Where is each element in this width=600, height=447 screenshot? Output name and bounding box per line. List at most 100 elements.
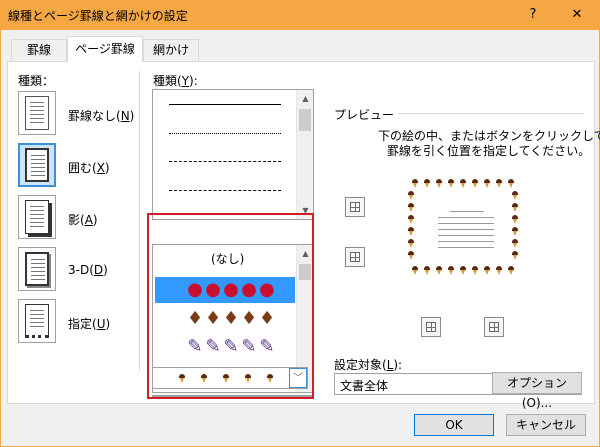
- pencil-icon: ✎: [241, 336, 257, 357]
- preview-text-lines: [438, 211, 494, 251]
- style-label: 種類(Y):: [153, 74, 198, 88]
- art-combo[interactable]: ﹀: [152, 367, 308, 389]
- style-dash-line[interactable]: [169, 190, 281, 191]
- preview-page[interactable]: [408, 179, 520, 275]
- art-row-ice-cream[interactable]: ♦ ♦ ♦ ♦ ♦: [155, 306, 295, 332]
- ok-button[interactable]: OK: [414, 414, 494, 436]
- ice-cream-cone-icon: [448, 179, 454, 188]
- tab-page-borders[interactable]: ページ罫線: [67, 36, 143, 62]
- ice-cream-cone-icon: [424, 266, 430, 275]
- tab-borders[interactable]: 罫線: [11, 39, 67, 61]
- left-border-button[interactable]: [421, 317, 441, 337]
- ice-cream-cone-icon: [436, 179, 442, 188]
- close-button[interactable]: ✕: [554, 0, 600, 30]
- page-borders-panel: 種類： 罫線なし(N) 囲む(X) 影(A) 3-D(D) 指定(U) 種類(Y…: [7, 61, 600, 404]
- ice-cream-cone-icon: [412, 266, 418, 275]
- art-row-strawberry[interactable]: ● ● ● ● ●: [155, 277, 295, 303]
- ice-cream-cone-icon: [408, 251, 414, 260]
- right-border-button[interactable]: [484, 317, 504, 337]
- ice-cream-cone-icon: [408, 203, 414, 212]
- scroll-up-icon[interactable]: ▲: [297, 90, 313, 107]
- preview-rule: [398, 113, 584, 114]
- ice-cream-cone-icon: [496, 179, 502, 188]
- ice-cream-cone-icon: [408, 215, 414, 224]
- ice-cream-cone-icon: [472, 266, 478, 275]
- ice-cream-cone-icon: [512, 215, 518, 224]
- strawberry-icon: ●: [205, 279, 221, 300]
- top-border-button[interactable]: [345, 197, 365, 217]
- scroll-down-icon[interactable]: ▼: [297, 202, 313, 219]
- scroll-up-icon[interactable]: ▲: [297, 245, 313, 262]
- pencil-icon: ✎: [259, 336, 275, 357]
- options-button[interactable]: オプション(O)...: [492, 372, 582, 410]
- apply-to-value: 文書全体: [340, 379, 389, 393]
- tab-shading[interactable]: 網かけ: [143, 39, 199, 61]
- setting-3d-label[interactable]: 3-D(D): [68, 263, 108, 277]
- ice-cream-icon: ♦: [187, 308, 204, 329]
- ice-cream-cone-icon: [424, 179, 430, 188]
- strawberry-icon: ●: [223, 279, 239, 300]
- strawberry-icon: ●: [187, 279, 203, 300]
- ice-cream-cone-icon: [448, 266, 454, 275]
- separator: [139, 71, 140, 371]
- setting-shadow-icon[interactable]: [18, 195, 56, 239]
- ice-cream-cone-icon: [484, 266, 490, 275]
- setting-label: 種類：: [18, 74, 55, 88]
- ice-cream-cone-art: [177, 371, 287, 387]
- ice-cream-cone-icon: [460, 179, 466, 188]
- ice-cream-cone-icon: [484, 179, 490, 188]
- bottom-border-button[interactable]: [345, 247, 365, 267]
- ice-cream-icon: ♦: [205, 308, 222, 329]
- preview-instructions-2: 罫線を引く位置を指定してください。: [387, 144, 591, 158]
- style-small-dash-line[interactable]: [169, 161, 281, 162]
- ice-cream-cone-icon: [436, 266, 442, 275]
- strawberry-icon: ●: [259, 279, 275, 300]
- ice-cream-cone-icon: [408, 227, 414, 236]
- ice-cream-cone-icon: [508, 179, 514, 188]
- ice-cream-cone-icon: [472, 179, 478, 188]
- setting-shadow-label[interactable]: 影(A): [68, 211, 98, 228]
- no-border-icon: [25, 96, 49, 130]
- ice-cream-cone-icon: [408, 239, 414, 248]
- ice-cream-cone-icon: [512, 251, 518, 260]
- art-row-pencil[interactable]: ✎ ✎ ✎ ✎ ✎: [155, 334, 295, 360]
- scroll-thumb[interactable]: [299, 264, 311, 280]
- cancel-button[interactable]: キャンセル: [506, 414, 586, 436]
- dialog-body: 罫線 ページ罫線 網かけ 種類： 罫線なし(N) 囲む(X) 影(A) 3-D(…: [0, 30, 600, 447]
- window-title: 線種とページ罫線と網かけの設定: [8, 9, 188, 23]
- shadow-border-icon: [25, 200, 49, 234]
- pencil-icon: ✎: [187, 336, 203, 357]
- setting-custom-label[interactable]: 指定(U): [68, 315, 110, 332]
- setting-box-label[interactable]: 囲む(X): [68, 159, 110, 176]
- art-none[interactable]: (なし): [211, 250, 244, 267]
- setting-none-label[interactable]: 罫線なし(N): [68, 107, 134, 124]
- style-scrollbar[interactable]: ▲ ▼: [296, 90, 313, 219]
- line-style-list[interactable]: ▲ ▼: [152, 89, 314, 220]
- preview-label: プレビュー: [334, 108, 395, 122]
- ice-cream-cone-icon: [512, 227, 518, 236]
- chevron-down-icon[interactable]: ﹀: [289, 368, 307, 388]
- ice-cream-cone-icon: [460, 266, 466, 275]
- pencil-icon: ✎: [223, 336, 239, 357]
- scroll-thumb[interactable]: [299, 109, 311, 131]
- custom-border-icon: [25, 304, 49, 338]
- ice-cream-cone-icon: [408, 191, 414, 200]
- box-border-icon: [25, 148, 49, 182]
- style-dotted-line[interactable]: [169, 133, 281, 134]
- strawberry-icon: ●: [241, 279, 257, 300]
- setting-3d-icon[interactable]: [18, 247, 56, 291]
- help-button[interactable]: ?: [510, 0, 556, 30]
- ice-cream-icon: ♦: [223, 308, 240, 329]
- ice-cream-icon: ♦: [259, 308, 276, 329]
- setting-none-icon[interactable]: [18, 91, 56, 135]
- setting-custom-icon[interactable]: [18, 299, 56, 343]
- ice-cream-cone-icon: [508, 266, 514, 275]
- ice-cream-cone-icon: [512, 191, 518, 200]
- setting-box-icon[interactable]: [18, 143, 56, 187]
- style-solid-line[interactable]: [169, 104, 281, 105]
- apply-to-label: 設定対象(L):: [334, 358, 403, 372]
- ice-cream-cone-icon: [512, 203, 518, 212]
- ice-cream-cone-icon: [412, 179, 418, 188]
- ice-cream-cone-icon: [496, 266, 502, 275]
- pencil-icon: ✎: [205, 336, 221, 357]
